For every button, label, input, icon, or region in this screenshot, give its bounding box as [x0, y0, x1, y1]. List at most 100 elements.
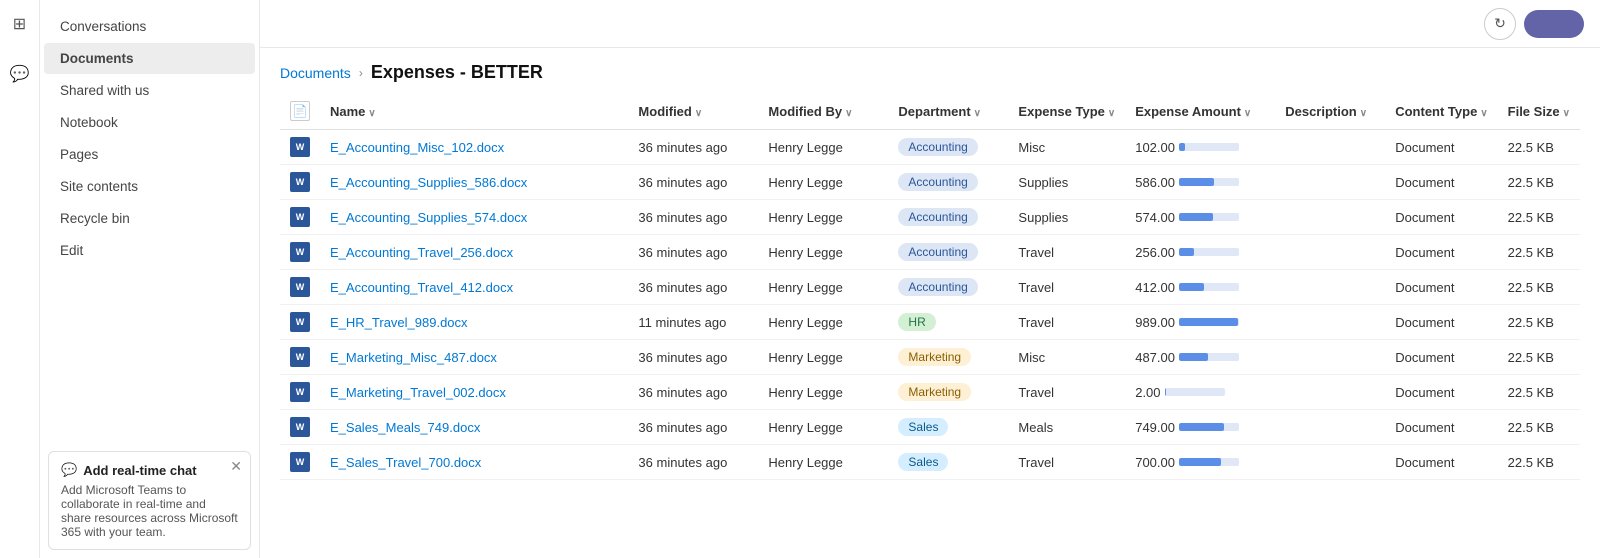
col-header-expenseType[interactable]: Expense Type∨	[1008, 93, 1125, 130]
modified-date: 36 minutes ago	[628, 445, 758, 480]
col-header-fileSize[interactable]: File Size∨	[1498, 93, 1580, 130]
col-header-modified[interactable]: Modified∨	[628, 93, 758, 130]
file-link[interactable]: E_Accounting_Travel_256.docx	[330, 245, 513, 260]
word-icon: W	[290, 382, 310, 402]
col-header-description[interactable]: Description∨	[1275, 93, 1385, 130]
department-badge: Sales	[898, 453, 948, 471]
file-name-cell: E_Accounting_Supplies_574.docx	[320, 200, 628, 235]
icon-rail: ⊞ 💬	[0, 0, 40, 558]
modified-by: Henry Legge	[758, 410, 888, 445]
promo-description: Add Microsoft Teams to collaborate in re…	[61, 483, 238, 539]
amount-bar	[1179, 353, 1208, 361]
expense-type: Travel	[1008, 445, 1125, 480]
department-badge: Sales	[898, 418, 948, 436]
file-size-cell: 22.5 KB	[1498, 375, 1580, 410]
breadcrumb-parent[interactable]: Documents	[280, 65, 351, 81]
file-link[interactable]: E_Sales_Meals_749.docx	[330, 420, 480, 435]
modified-date: 36 minutes ago	[628, 410, 758, 445]
modified-by: Henry Legge	[758, 235, 888, 270]
sidebar-item-notebook[interactable]: Notebook	[44, 107, 255, 138]
file-link[interactable]: E_Marketing_Travel_002.docx	[330, 385, 506, 400]
modified-by: Henry Legge	[758, 165, 888, 200]
modified-date: 36 minutes ago	[628, 200, 758, 235]
amount-bar	[1179, 143, 1185, 151]
department-badge: HR	[898, 313, 935, 331]
file-link[interactable]: E_Accounting_Travel_412.docx	[330, 280, 513, 295]
col-header-expenseAmount[interactable]: Expense Amount∨	[1125, 93, 1275, 130]
file-link[interactable]: E_Marketing_Misc_487.docx	[330, 350, 497, 365]
sidebar-item-conversations[interactable]: Conversations	[44, 11, 255, 42]
amount-bar-container	[1179, 178, 1239, 186]
expense-amount-value: 700.00	[1135, 455, 1175, 470]
file-size-cell: 22.5 KB	[1498, 200, 1580, 235]
toggle-button[interactable]	[1524, 10, 1584, 38]
file-link[interactable]: E_Accounting_Misc_102.docx	[330, 140, 504, 155]
content-type-cell: Document	[1385, 200, 1497, 235]
word-icon: W	[290, 172, 310, 192]
col-header-icon: 📄	[280, 93, 320, 130]
amount-bar	[1179, 458, 1221, 466]
word-icon: W	[290, 242, 310, 262]
file-type-icon: W	[280, 445, 320, 480]
expense-amount-cell: 2.00	[1125, 375, 1275, 410]
expense-amount-cell: 586.00	[1125, 165, 1275, 200]
modified-date: 36 minutes ago	[628, 130, 758, 165]
expense-type: Supplies	[1008, 165, 1125, 200]
department-badge: Marketing	[898, 383, 971, 401]
file-size-cell: 22.5 KB	[1498, 410, 1580, 445]
table-row: WE_Accounting_Travel_412.docx36 minutes …	[280, 270, 1580, 305]
col-header-modifiedBy[interactable]: Modified By∨	[758, 93, 888, 130]
breadcrumb-separator: ›	[359, 66, 363, 80]
file-link[interactable]: E_Accounting_Supplies_574.docx	[330, 210, 527, 225]
sidebar-item-shared[interactable]: Shared with us	[44, 75, 255, 106]
file-link[interactable]: E_Sales_Travel_700.docx	[330, 455, 481, 470]
amount-bar	[1179, 178, 1214, 186]
file-link[interactable]: E_HR_Travel_989.docx	[330, 315, 468, 330]
file-size-cell: 22.5 KB	[1498, 270, 1580, 305]
department-cell: Accounting	[888, 270, 1008, 305]
department-badge: Accounting	[898, 243, 977, 261]
department-badge: Accounting	[898, 278, 977, 296]
table-row: W E_Accounting_Supplies_574.docx 36 minute…	[280, 200, 1580, 235]
table-row: WE_Marketing_Misc_487.docx36 minutes ago…	[280, 340, 1580, 375]
close-promo-button[interactable]: ✕	[230, 458, 242, 475]
content-type-cell: Document	[1385, 235, 1497, 270]
department-cell: HR	[888, 305, 1008, 340]
file-name-cell: E_Accounting_Supplies_586.docx	[320, 165, 628, 200]
word-icon: W	[290, 207, 310, 227]
expense-amount-value: 412.00	[1135, 280, 1175, 295]
content-type-cell: Document	[1385, 410, 1497, 445]
promo-title: 💬 Add real-time chat	[61, 462, 238, 478]
col-header-department[interactable]: Department∨	[888, 93, 1008, 130]
file-type-icon: W	[280, 410, 320, 445]
file-type-icon: W	[280, 375, 320, 410]
file-type-icon: W	[280, 130, 320, 165]
file-type-icon: W	[280, 200, 320, 235]
word-icon: W	[290, 347, 310, 367]
word-icon: W	[290, 137, 310, 157]
amount-bar-container	[1179, 283, 1239, 291]
table-row: WE_Marketing_Travel_002.docx36 minutes a…	[280, 375, 1580, 410]
modified-date: 36 minutes ago	[628, 165, 758, 200]
file-link[interactable]: E_Accounting_Supplies_586.docx	[330, 175, 527, 190]
amount-bar-container	[1179, 318, 1239, 326]
col-header-contentType[interactable]: Content Type∨	[1385, 93, 1497, 130]
expense-amount-cell: 989.00	[1125, 305, 1275, 340]
sidebar-item-edit[interactable]: Edit	[44, 235, 255, 266]
content-type-cell: Document	[1385, 305, 1497, 340]
chat-icon[interactable]: 💬	[4, 58, 36, 90]
sidebar-item-pages[interactable]: Pages	[44, 139, 255, 170]
sidebar-item-documents[interactable]: Documents	[44, 43, 255, 74]
sidebar-item-recycle[interactable]: Recycle bin	[44, 203, 255, 234]
expense-amount-cell: 700.00	[1125, 445, 1275, 480]
description-cell	[1275, 375, 1385, 410]
file-name-cell: E_Sales_Travel_700.docx	[320, 445, 628, 480]
file-name-cell: E_Marketing_Misc_487.docx	[320, 340, 628, 375]
main-content: ↻ Documents › Expenses - BETTER 📄Name∨Mo…	[260, 0, 1600, 558]
grid-icon[interactable]: ⊞	[4, 8, 36, 40]
sidebar-item-site-contents[interactable]: Site contents	[44, 171, 255, 202]
refresh-button[interactable]: ↻	[1484, 8, 1516, 40]
expense-amount-cell: 102.00	[1125, 130, 1275, 165]
col-header-name[interactable]: Name∨	[320, 93, 628, 130]
word-icon: W	[290, 277, 310, 297]
